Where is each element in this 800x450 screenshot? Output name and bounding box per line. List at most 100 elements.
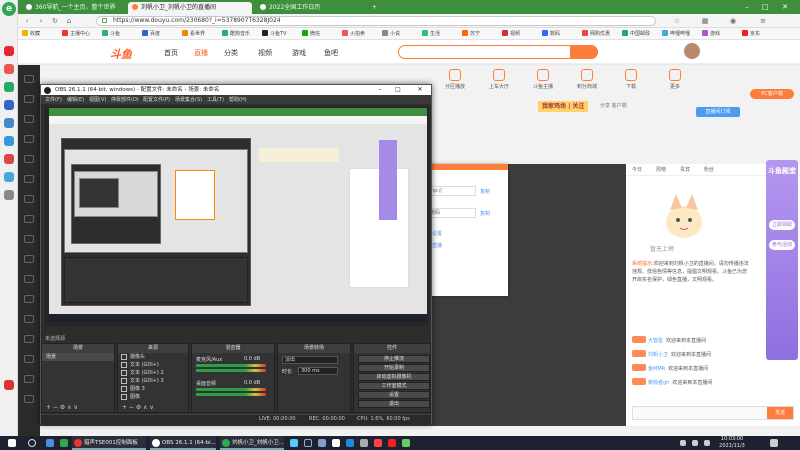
nav-icon[interactable]: [24, 215, 34, 223]
app-icon[interactable]: [346, 439, 354, 447]
search-input[interactable]: [398, 45, 598, 59]
minimize-icon[interactable]: –: [373, 85, 387, 95]
source-item[interactable]: 图像 3: [118, 385, 188, 393]
app-icon[interactable]: [4, 136, 14, 146]
url-input[interactable]: https://www.douyu.com/230680?_i=5378907T…: [96, 16, 656, 26]
nav-games[interactable]: 游戏: [292, 48, 306, 58]
tab-vip[interactable]: 贵宾: [680, 166, 690, 173]
nav-icon[interactable]: [24, 315, 34, 323]
nav-icon[interactable]: [24, 335, 34, 343]
browser-logo-icon[interactable]: e: [2, 2, 16, 16]
nav-icon[interactable]: [24, 195, 34, 203]
app-icon[interactable]: [4, 190, 14, 200]
search-button[interactable]: [570, 45, 598, 59]
volume-icon[interactable]: [704, 440, 710, 446]
site-logo[interactable]: 斗鱼: [110, 46, 132, 62]
promo-join-button[interactable]: 参与活动: [769, 240, 795, 250]
app-icon[interactable]: [290, 439, 298, 447]
bookmark-item[interactable]: 斗鱼TV: [262, 30, 286, 38]
nav-category[interactable]: 分类: [224, 48, 238, 58]
nav-live[interactable]: 直播: [194, 48, 208, 58]
app-icon[interactable]: [360, 439, 368, 447]
network-icon[interactable]: [692, 440, 698, 446]
nav-icon[interactable]: [24, 115, 34, 123]
stop-streaming-button[interactable]: 停止推流: [358, 355, 430, 363]
minimize-icon[interactable]: –: [740, 2, 754, 12]
start-icon[interactable]: [8, 439, 16, 447]
menu-file[interactable]: 文件(F): [45, 96, 62, 103]
bookmark-item[interactable]: 火拍卖: [342, 30, 365, 38]
nav-icon[interactable]: [24, 135, 34, 143]
room-ops[interactable]: 分享 客户端: [600, 102, 627, 109]
menu-view[interactable]: 视图(V): [89, 96, 106, 103]
bookmark-item[interactable]: 生活: [422, 30, 440, 38]
notification-icon[interactable]: [770, 439, 778, 447]
app-icon[interactable]: [318, 439, 326, 447]
app-icon[interactable]: [4, 46, 14, 56]
maximize-icon[interactable]: □: [391, 85, 405, 95]
home-icon[interactable]: ⌂: [64, 16, 74, 26]
nav-icon[interactable]: [24, 395, 34, 403]
feature-icon[interactable]: 斗鱼主播: [528, 69, 558, 90]
bookmark-item[interactable]: 苏宁: [462, 30, 480, 38]
exit-button[interactable]: 退出: [358, 400, 430, 408]
source-item[interactable]: 文本 (GDI+) 2: [118, 369, 188, 377]
promo-banner[interactable]: 斗鱼殿堂 立即领取 参与活动: [766, 160, 798, 360]
bookmark-item[interactable]: 网购优惠: [582, 30, 610, 38]
nav-icon[interactable]: [24, 75, 34, 83]
search-icon[interactable]: [28, 439, 36, 447]
menu-edit[interactable]: 编辑(E): [67, 96, 84, 103]
bookmark-item[interactable]: 视频: [502, 30, 520, 38]
tab-week[interactable]: 周榜: [656, 166, 666, 173]
chat-input[interactable]: 发送: [632, 406, 794, 420]
virtual-camera-button[interactable]: 启动虚拟摄像机: [358, 373, 430, 381]
room-title[interactable]: 我家鸡场 | 关注: [538, 101, 589, 112]
app-icon[interactable]: [4, 64, 14, 74]
feature-icon[interactable]: 更多: [660, 69, 690, 90]
source-item[interactable]: 文本 (GDI+) 3: [118, 377, 188, 385]
tab-calendar[interactable]: 2022全国工作日历: [256, 2, 366, 14]
clock[interactable]: 10:03:00 2021/11/3: [714, 436, 750, 450]
bookmark-item[interactable]: 微信: [302, 30, 320, 38]
feature-icon[interactable]: 上车大厅: [484, 69, 514, 90]
app-icon[interactable]: [374, 439, 382, 447]
bookmark-item[interactable]: 百度: [142, 30, 160, 38]
tab-today[interactable]: 今日: [632, 166, 642, 173]
menu-tools[interactable]: 工具(T): [207, 96, 224, 103]
transition-select[interactable]: 淡出: [282, 356, 338, 364]
user-icon[interactable]: ◉: [728, 16, 738, 26]
avatar[interactable]: [684, 43, 700, 59]
feature-icon[interactable]: 积分商城: [572, 69, 602, 90]
nav-icon[interactable]: [24, 275, 34, 283]
scene-item[interactable]: 场景: [42, 353, 114, 361]
bookmark-item[interactable]: 中国邮政: [622, 30, 650, 38]
bookmark-item[interactable]: 酷狗音乐: [222, 30, 250, 38]
menu-icon[interactable]: ≡: [758, 16, 768, 26]
source-item[interactable]: 文本 (GDI+): [118, 361, 188, 369]
bookmark-item[interactable]: 收藏: [22, 30, 40, 38]
nav-icon[interactable]: [24, 375, 34, 383]
app-icon[interactable]: [4, 154, 14, 164]
copy-button[interactable]: 复制: [480, 210, 490, 217]
menu-docks[interactable]: 停靠部件(D): [111, 96, 139, 103]
app-icon[interactable]: [4, 172, 14, 182]
new-tab-button[interactable]: +: [368, 2, 382, 14]
nav-icon[interactable]: [24, 235, 34, 243]
bookmark-item[interactable]: 数码: [542, 30, 560, 38]
taskbar-app[interactable]: OBS 26.1.1 (64-bi...: [150, 436, 216, 450]
menu-scene-collection[interactable]: 场景集合(S): [175, 96, 202, 103]
source-item[interactable]: 摄像头: [118, 353, 188, 361]
chat-send-button[interactable]: 发送: [767, 407, 793, 419]
steam-icon[interactable]: [304, 439, 312, 447]
promo-claim-button[interactable]: 立即领取: [769, 220, 795, 230]
copy-button[interactable]: 复制: [480, 188, 490, 195]
feature-icon[interactable]: 下载: [616, 69, 646, 90]
chat-nick[interactable]: 刘帆小卫: [648, 352, 668, 358]
extensions-icon[interactable]: ▦: [700, 16, 710, 26]
taskbar-app[interactable]: 刘帆小卫_刘帆小卫...: [220, 436, 284, 450]
nav-fishbar[interactable]: 鱼吧: [324, 48, 338, 58]
app-icon[interactable]: [388, 439, 396, 447]
subscribe-button[interactable]: 直播间订阅: [696, 107, 740, 117]
tab-douyu-room[interactable]: 刘帆小卫_刘帆小卫的直播间: [128, 2, 252, 14]
bookmark-item[interactable]: 斗鱼: [102, 30, 120, 38]
